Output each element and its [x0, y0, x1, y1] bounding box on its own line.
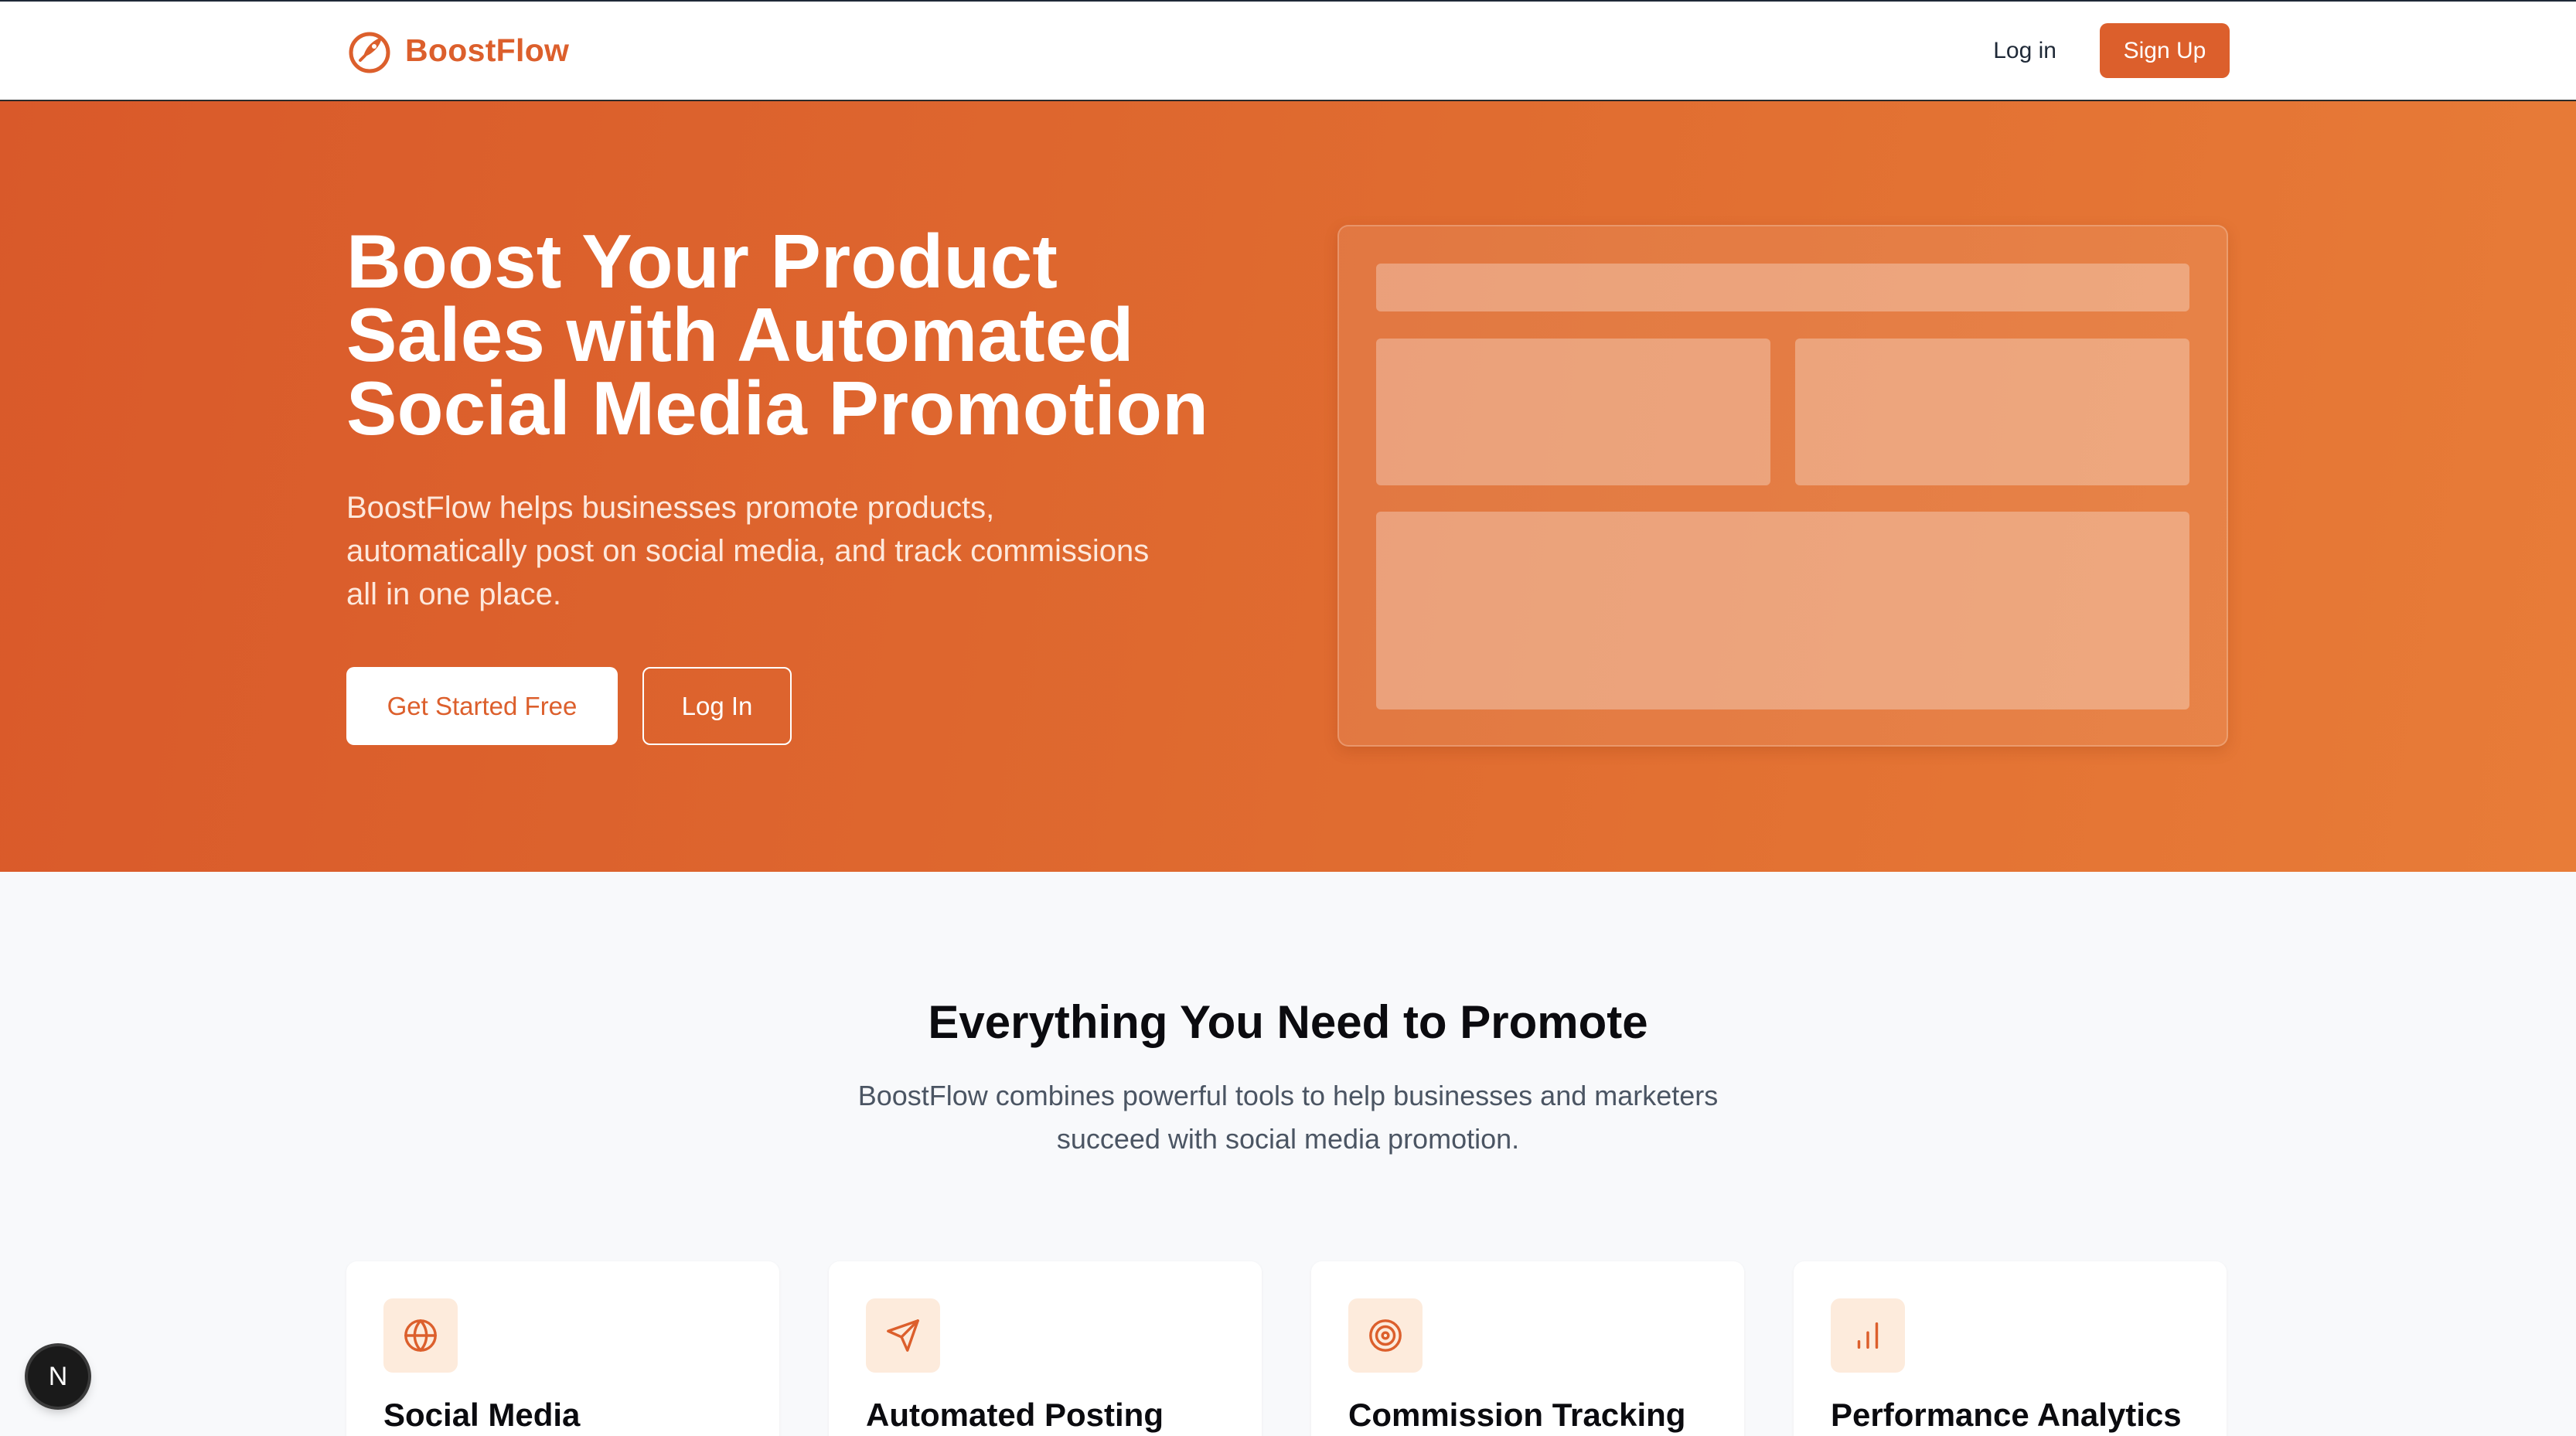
nextjs-icon: N [48, 1361, 68, 1391]
rocket-logo-icon [346, 28, 393, 74]
login-link[interactable]: Log in [1993, 38, 2056, 64]
hero-cta-group: Get Started Free Log In [346, 667, 792, 745]
feature-card-title: Commission Tracking [1348, 1397, 1686, 1433]
hero-title-line: Social Media Promotion [346, 366, 1209, 451]
hero-login-button[interactable]: Log In [642, 667, 792, 745]
target-icon [1348, 1298, 1423, 1373]
hero-section: Boost Your Product Sales with Automated … [0, 101, 2576, 872]
hero-subtitle: BoostFlow helps businesses promote produ… [346, 486, 1243, 616]
features-title: Everything You Need to Promote [928, 996, 1648, 1048]
bar-chart-icon [1831, 1298, 1905, 1373]
feature-card: Automated Posting [829, 1261, 1262, 1436]
feature-card-title: Automated Posting [866, 1397, 1164, 1433]
feature-card-title: Performance Analytics [1831, 1397, 2182, 1433]
mockup-card-placeholder [1376, 339, 1770, 485]
brand[interactable]: BoostFlow [346, 28, 569, 74]
nav-actions: Log in Sign Up [1993, 23, 2230, 78]
get-started-button[interactable]: Get Started Free [346, 667, 618, 745]
mockup-card-placeholder [1795, 339, 2189, 485]
features-subtitle-line: succeed with social media promotion. [1056, 1123, 1520, 1155]
hero-subtitle-line: automatically post on social media, and … [346, 534, 1150, 568]
feature-card: Commission Tracking [1311, 1261, 1744, 1436]
mockup-content-placeholder [1376, 512, 2189, 709]
feature-card-title: Social Media [383, 1397, 581, 1433]
signup-button[interactable]: Sign Up [2100, 23, 2230, 78]
hero-title-line: Sales with Automated [346, 292, 1134, 377]
dashboard-mockup-image [1337, 225, 2228, 747]
hero-title-line: Boost Your Product [346, 219, 1058, 304]
send-icon [866, 1298, 940, 1373]
hero-title: Boost Your Product Sales with Automated … [346, 223, 1259, 446]
feature-card: Performance Analytics [1794, 1261, 2227, 1436]
hero-subtitle-line: all in one place. [346, 577, 561, 611]
navbar-inner: BoostFlow Log in Sign Up [346, 2, 2230, 100]
globe-icon [383, 1298, 458, 1373]
hero-subtitle-line: BoostFlow helps businesses promote produ… [346, 491, 995, 525]
features-subtitle: BoostFlow combines powerful tools to hel… [819, 1074, 1757, 1161]
mockup-header-placeholder [1376, 264, 2189, 311]
nextjs-dev-badge[interactable]: N [28, 1346, 88, 1407]
features-subtitle-line: BoostFlow combines powerful tools to hel… [857, 1080, 1719, 1111]
brand-name: BoostFlow [405, 32, 570, 68]
feature-card: Social Media [346, 1261, 779, 1436]
feature-cards: Social Media Automated Posting Commissio… [346, 1261, 2227, 1436]
top-navbar: BoostFlow Log in Sign Up [0, 0, 2576, 101]
